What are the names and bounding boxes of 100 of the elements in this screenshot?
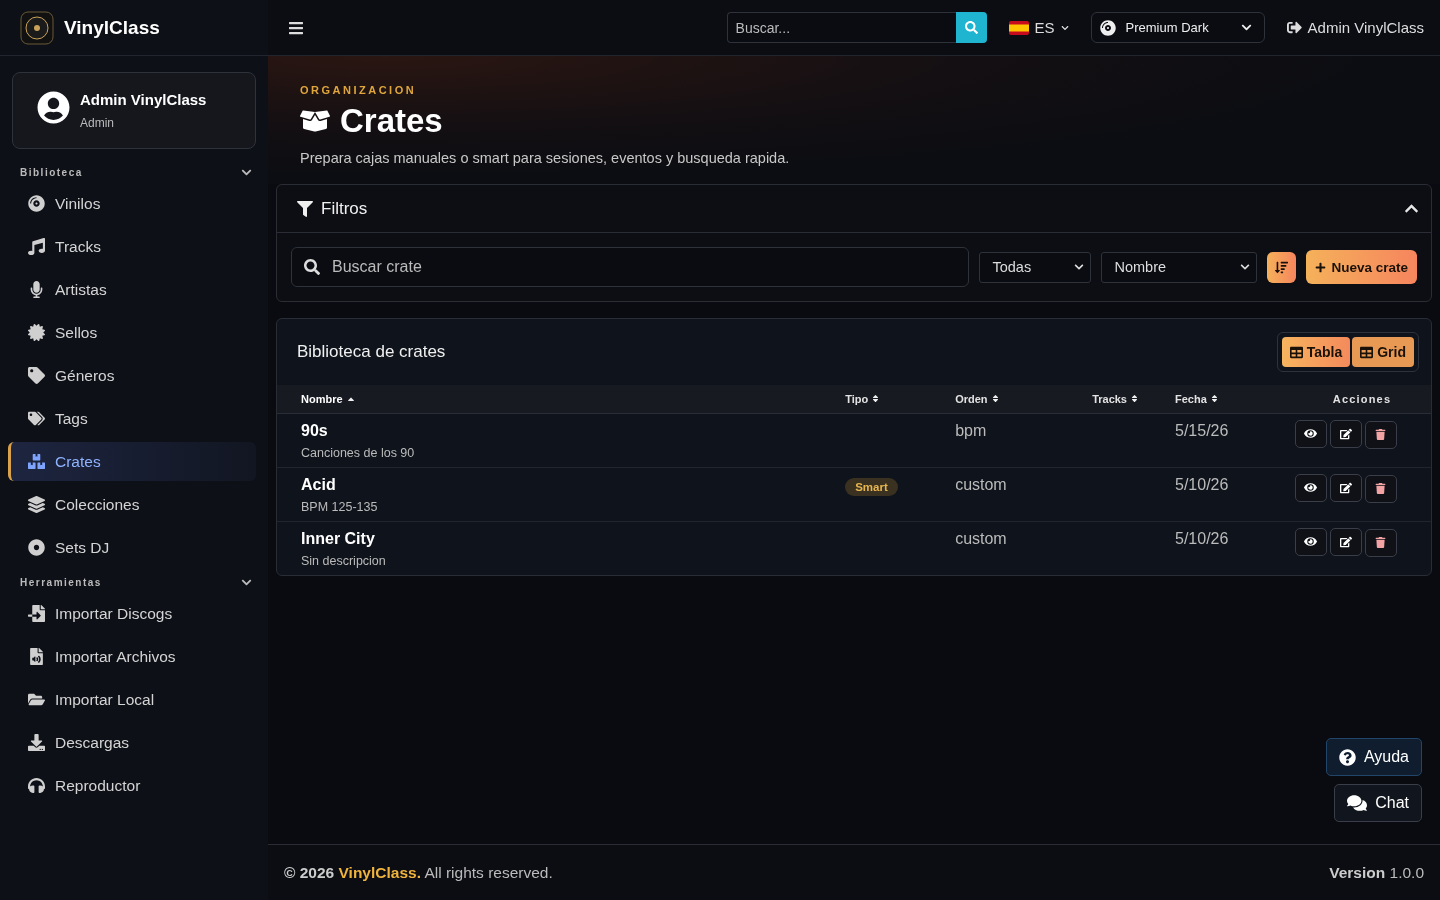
- column-header[interactable]: Nombre: [301, 392, 343, 405]
- boxes-icon: [28, 453, 45, 470]
- sidebar-item[interactable]: Tags: [8, 399, 256, 438]
- table-icon: [1289, 345, 1303, 359]
- edit-icon: [1339, 536, 1352, 548]
- crate-description: Canciones de los 90: [301, 445, 416, 460]
- edit-icon: [1339, 482, 1352, 494]
- view-button[interactable]: [1294, 419, 1327, 448]
- edit-button[interactable]: [1329, 528, 1362, 556]
- chat-button[interactable]: Chat: [1334, 784, 1422, 822]
- filter-icon: [297, 200, 313, 217]
- view-toggle[interactable]: Tabla: [1281, 337, 1351, 367]
- sort-select[interactable]: Nombre: [1101, 251, 1258, 283]
- trash-icon: [1375, 429, 1386, 440]
- sidebar-item[interactable]: Reproductor: [8, 766, 256, 805]
- view-toggle[interactable]: Grid: [1352, 337, 1414, 367]
- crate-search-field[interactable]: Buscar crate: [291, 247, 970, 287]
- filters-toggle[interactable]: Filtros: [297, 198, 368, 219]
- sort-icon: [1209, 394, 1219, 404]
- column-header[interactable]: Tipo: [845, 392, 869, 405]
- chevron-down-icon: [1240, 22, 1252, 33]
- eye-icon: [1304, 535, 1317, 548]
- table-cell: bpm: [955, 421, 987, 439]
- sidebar-item[interactable]: Vinilos: [8, 184, 256, 223]
- crate-description: BPM 125-135: [301, 499, 379, 514]
- audio-file-icon: [28, 648, 45, 665]
- page-subtitle: Prepara cajas manuales o smart para sesiones, eventos y busqueda rapida.: [300, 150, 791, 166]
- sort-direction-button[interactable]: [1267, 251, 1297, 283]
- delete-button[interactable]: [1364, 474, 1397, 503]
- search-field[interactable]: Buscar...: [726, 12, 956, 43]
- brand-name: VinylClass: [64, 16, 160, 39]
- sidebar-section-header[interactable]: Biblioteca: [8, 167, 256, 178]
- type-select[interactable]: Todas: [979, 251, 1092, 283]
- help-button[interactable]: Ayuda: [1325, 738, 1422, 776]
- edit-button[interactable]: [1329, 420, 1362, 448]
- sidebar-item[interactable]: Descargas: [8, 723, 256, 762]
- trash-icon: [1375, 483, 1386, 494]
- tags-icon: [28, 410, 45, 427]
- edit-icon: [1339, 428, 1352, 440]
- headphones-icon: [28, 777, 45, 794]
- chat-bubbles-icon: [1347, 793, 1368, 813]
- column-header[interactable]: Orden: [955, 392, 988, 405]
- sort-icon: [990, 394, 1000, 404]
- music-note-icon: [28, 238, 45, 255]
- column-header: Acciones: [1332, 392, 1392, 405]
- delete-button[interactable]: [1364, 528, 1397, 557]
- folder-icon: [28, 691, 45, 708]
- sidebar-item[interactable]: Géneros: [8, 356, 256, 395]
- search-icon: [964, 21, 978, 34]
- chevron-down-icon: [1074, 262, 1085, 272]
- sign-out-icon: [1286, 20, 1302, 35]
- new-crate-button[interactable]: Nueva crate: [1306, 250, 1417, 284]
- tag-icon: [28, 367, 45, 384]
- sidebar-item[interactable]: Importar Archivos: [8, 637, 256, 676]
- microphone-icon: [28, 281, 45, 298]
- table-cell: custom: [955, 529, 1007, 547]
- search-icon: [304, 259, 320, 275]
- layers-icon: [28, 496, 45, 513]
- question-icon: [1338, 748, 1356, 766]
- crate-description: Sin descripcion: [301, 553, 387, 568]
- page-title: Crates: [340, 102, 443, 140]
- sidebar-item[interactable]: Sellos: [8, 313, 256, 352]
- profile-name: Admin VinylClass: [80, 91, 207, 108]
- crate-name[interactable]: 90s: [301, 421, 810, 440]
- table-icon: [1360, 345, 1374, 359]
- sidebar-item[interactable]: Artistas: [8, 270, 256, 309]
- avatar-icon: [37, 91, 70, 124]
- sidebar-section-header[interactable]: Herramientas: [8, 577, 256, 588]
- edit-button[interactable]: [1329, 474, 1362, 502]
- crate-name[interactable]: Inner City: [301, 529, 810, 548]
- theme-dropdown[interactable]: Premium Dark: [1090, 12, 1265, 43]
- sort-icon: [1130, 394, 1139, 404]
- crate-name[interactable]: Acid: [301, 475, 810, 494]
- sidebar-item[interactable]: Crates: [8, 442, 256, 481]
- search-button[interactable]: [955, 12, 987, 43]
- sidebar-item[interactable]: Tracks: [8, 227, 256, 266]
- delete-button[interactable]: [1364, 420, 1397, 449]
- caret-icon: [1060, 23, 1069, 32]
- table-cell: 5/10/26: [1175, 475, 1229, 493]
- view-button[interactable]: [1294, 473, 1327, 502]
- sort-icon: [1275, 260, 1289, 274]
- column-header[interactable]: Tracks: [1092, 392, 1127, 405]
- logo-icon: [20, 10, 54, 45]
- plus-icon: [1315, 261, 1327, 273]
- column-header[interactable]: Fecha: [1175, 392, 1207, 405]
- version-text: Version 1.0.0: [1329, 863, 1424, 882]
- sidebar-item[interactable]: Sets DJ: [8, 528, 256, 567]
- table-cell: 5/15/26: [1175, 421, 1229, 439]
- download-icon: [28, 734, 45, 751]
- view-button[interactable]: [1294, 527, 1327, 556]
- menu-button[interactable]: [288, 19, 304, 36]
- language-dropdown[interactable]: ES: [1000, 19, 1077, 36]
- copyright-text: © 2026 VinylClass. All rights reserved.: [284, 863, 553, 882]
- sidebar-item[interactable]: Importar Local: [8, 680, 256, 719]
- sidebar-item[interactable]: Colecciones: [8, 485, 256, 524]
- type-badge: Smart: [845, 477, 898, 496]
- seal-icon: [28, 324, 45, 341]
- user-logout-link[interactable]: Admin VinylClass: [1286, 19, 1424, 36]
- sidebar-item[interactable]: Importar Discogs: [8, 594, 256, 633]
- flag-icon: [1008, 20, 1029, 35]
